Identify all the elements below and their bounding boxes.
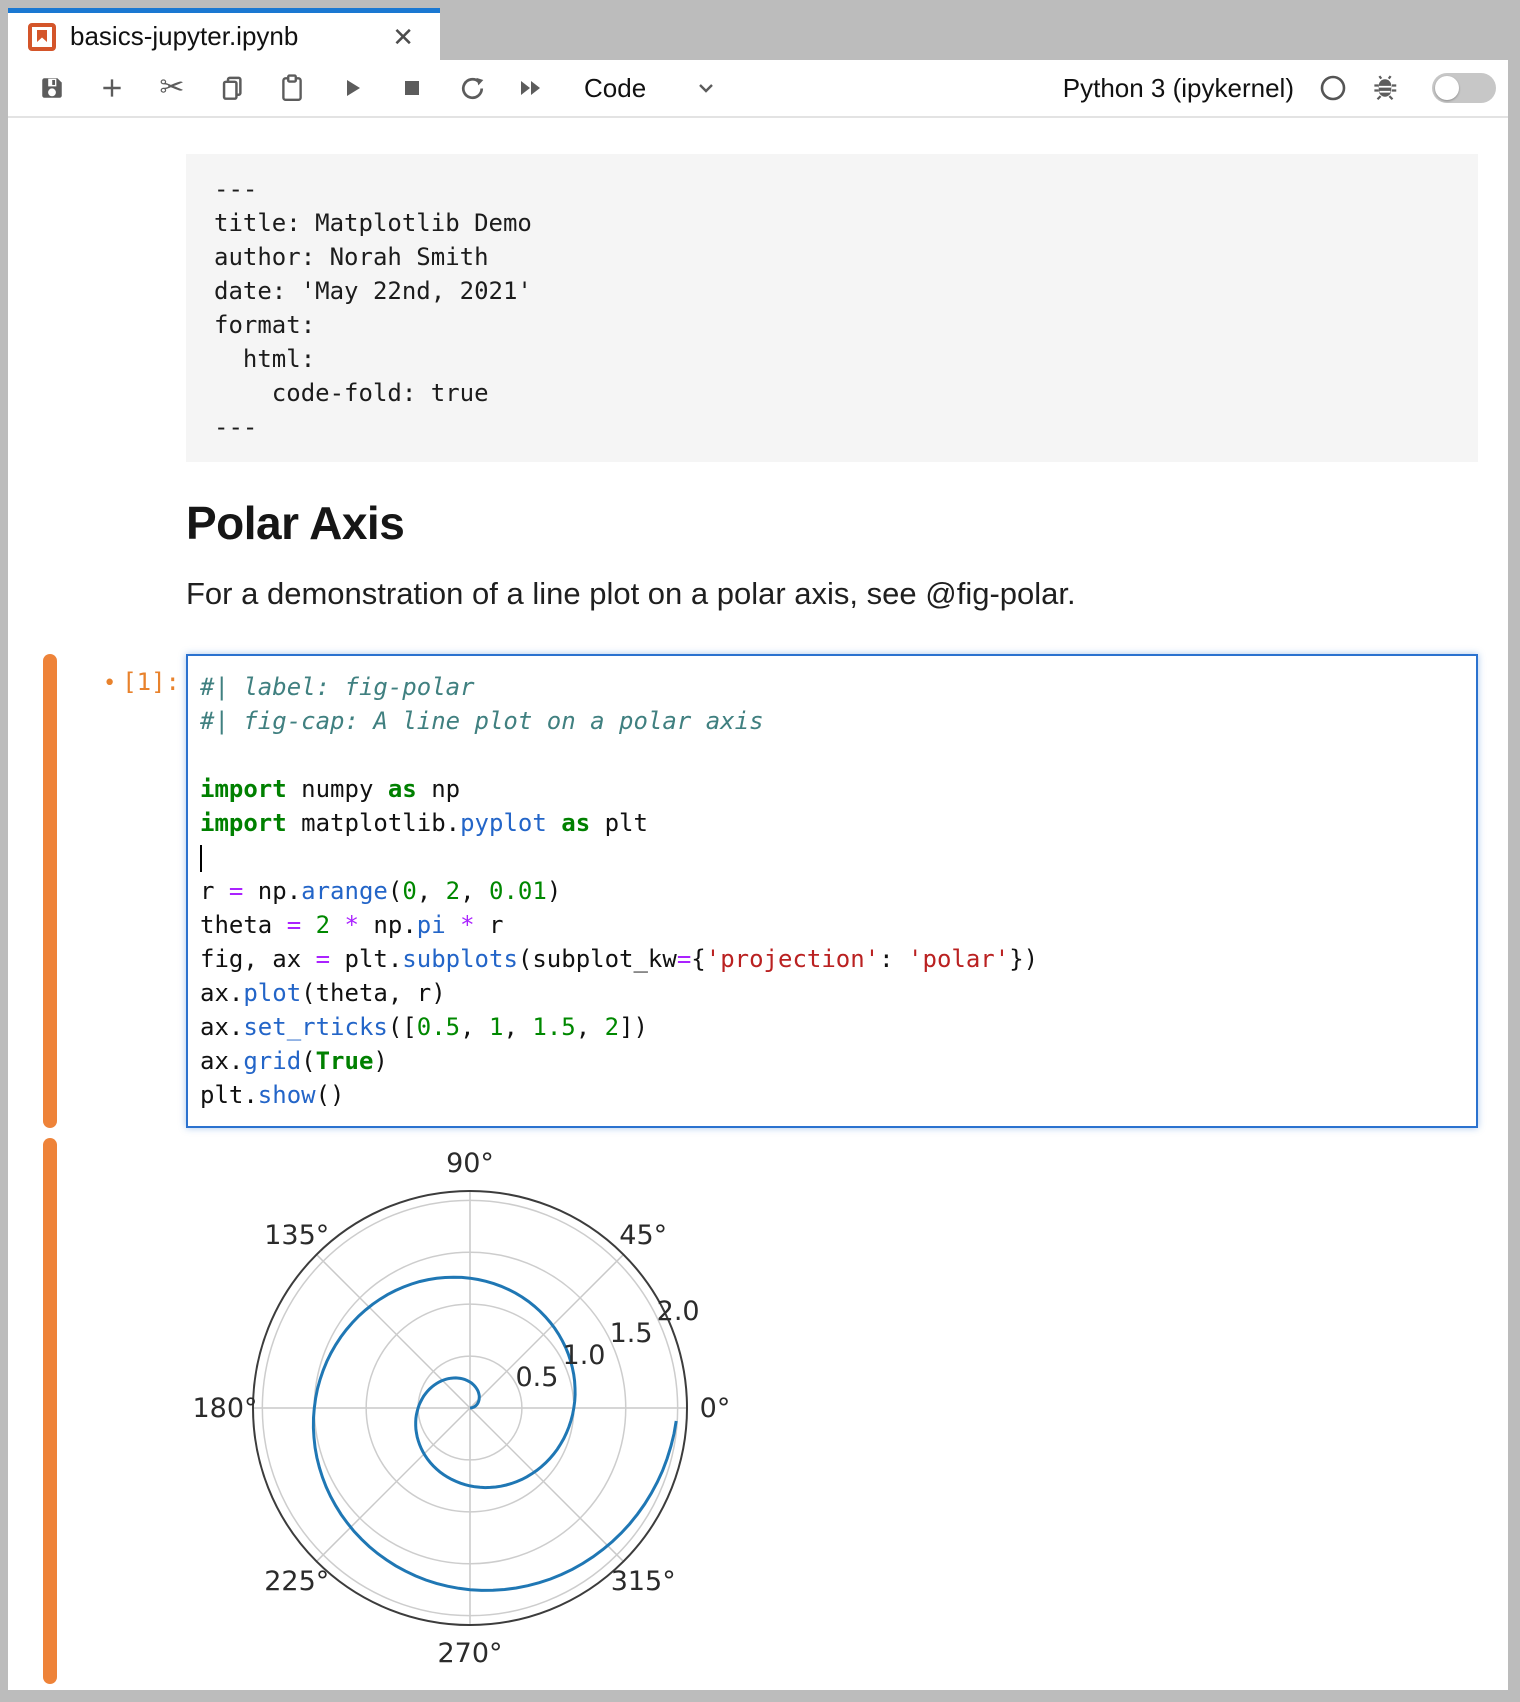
execution-prompt: •[1]:: [103, 668, 180, 696]
plus-icon: [99, 75, 125, 101]
notebook-panel: ---title: Matplotlib Demoauthor: Norah S…: [8, 118, 1508, 1690]
jupyterlab-window: basics-jupyter.ipynb ✕ ✂: [8, 8, 1508, 1690]
code-line: import numpy as np: [200, 772, 1464, 806]
scissors-icon: ✂: [159, 73, 184, 103]
toggle-knob: [1435, 76, 1459, 100]
theta-tick-label: 270°: [437, 1638, 502, 1669]
yaml-line: format:: [214, 308, 1450, 342]
code-line: [200, 738, 1464, 772]
yaml-line: code-fold: true: [214, 376, 1450, 410]
code-line: theta = 2 * np.pi * r: [200, 908, 1464, 942]
code-line: r = np.arange(0, 2, 0.01): [200, 874, 1464, 908]
yaml-line: ---: [214, 410, 1450, 444]
cell-type-dropdown-button[interactable]: [692, 73, 720, 103]
chevron-down-icon: [694, 76, 718, 100]
paste-cells-button[interactable]: [278, 73, 306, 103]
polar-plot-output: 0° 45° 90° 135° 180° 225° 270° 315° 0.51.01.52.0: [186, 1138, 756, 1684]
save-icon: [39, 75, 65, 101]
code-cell-row: •[1]: #| label: fig-polar#| fig-cap: A l…: [8, 654, 1508, 1128]
code-line: ax.plot(theta, r): [200, 976, 1464, 1010]
restart-kernel-button[interactable]: [458, 73, 486, 103]
code-line: ax.grid(True): [200, 1044, 1464, 1078]
code-line: plt.show(): [200, 1078, 1464, 1112]
copy-icon: [219, 74, 246, 102]
modified-dot: •: [103, 671, 116, 696]
code-line: ax.set_rticks([0.5, 1, 1.5, 2]): [200, 1010, 1464, 1044]
theta-tick-label: 315°: [611, 1566, 676, 1597]
copy-cells-button[interactable]: [218, 73, 246, 103]
r-tick-label: 0.5: [516, 1362, 559, 1393]
yaml-line: title: Matplotlib Demo: [214, 206, 1450, 240]
insert-cell-button[interactable]: [98, 73, 126, 103]
paragraph-gutter: [8, 574, 186, 614]
code-line: #| label: fig-polar: [200, 670, 1464, 704]
yaml-line: date: 'May 22nd, 2021': [214, 274, 1450, 308]
cell-type-select[interactable]: Code: [584, 73, 646, 104]
theta-tick-label: 225°: [264, 1566, 329, 1597]
run-cell-button[interactable]: [338, 73, 366, 103]
fast-forward-icon: [518, 76, 546, 100]
markdown-paragraph-row: For a demonstration of a line plot on a …: [8, 574, 1508, 614]
notebook-toolbar: ✂: [8, 60, 1508, 118]
tab-title: basics-jupyter.ipynb: [70, 21, 298, 52]
heading-gutter: [8, 496, 186, 550]
r-tick-label: 1.0: [563, 1340, 606, 1371]
kernel-status-icon[interactable]: [1318, 73, 1348, 103]
output-cell-row: 0° 45° 90° 135° 180° 225° 270° 315° 0.51.01.52.0: [8, 1138, 1508, 1684]
code-line: #| fig-cap: A line plot on a polar axis: [200, 704, 1464, 738]
yaml-front-matter-cell[interactable]: ---title: Matplotlib Demoauthor: Norah S…: [186, 154, 1478, 462]
simple-interface-toggle[interactable]: [1432, 73, 1496, 103]
markdown-heading-row: Polar Axis: [8, 496, 1508, 550]
clipboard-icon: [279, 74, 305, 102]
code-cell-gutter: •[1]:: [8, 654, 186, 1128]
theta-tick-label: 45°: [619, 1220, 667, 1251]
cut-cells-button[interactable]: ✂: [158, 73, 186, 103]
r-tick-label: 1.5: [610, 1318, 653, 1349]
section-heading: Polar Axis: [186, 496, 1478, 550]
save-button[interactable]: [38, 73, 66, 103]
notebook-tab[interactable]: basics-jupyter.ipynb ✕: [8, 8, 440, 60]
theta-tick-label: 135°: [264, 1220, 329, 1251]
input-collapser-bar[interactable]: [43, 654, 57, 1128]
tab-bar: basics-jupyter.ipynb ✕: [8, 8, 1508, 60]
restart-run-all-button[interactable]: [518, 73, 546, 103]
theta-tick-label: 90°: [446, 1148, 494, 1179]
yaml-line: author: Norah Smith: [214, 240, 1450, 274]
code-editor[interactable]: #| label: fig-polar#| fig-cap: A line pl…: [186, 654, 1478, 1128]
notebook-icon: [28, 23, 56, 51]
paragraph-text: For a demonstration of a line plot on a …: [186, 574, 1478, 614]
debugger-bug-icon[interactable]: [1370, 73, 1400, 103]
close-icon[interactable]: ✕: [392, 24, 414, 50]
code-line: fig, ax = plt.subplots(subplot_kw={'proj…: [200, 942, 1464, 976]
r-tick-label: 2.0: [657, 1296, 700, 1327]
output-collapser-bar[interactable]: [43, 1138, 57, 1684]
stop-icon: [400, 76, 424, 100]
yaml-line: html:: [214, 342, 1450, 376]
text-cursor: [200, 845, 202, 872]
code-line: import matplotlib.pyplot as plt: [200, 806, 1464, 840]
theta-tick-label: 0°: [700, 1393, 731, 1424]
kernel-name[interactable]: Python 3 (ipykernel): [1063, 73, 1294, 104]
yaml-cell-gutter: [8, 154, 186, 462]
output-gutter: [8, 1138, 186, 1684]
yaml-line: ---: [214, 172, 1450, 206]
restart-icon: [459, 75, 486, 102]
run-icon: [340, 75, 364, 101]
interrupt-kernel-button[interactable]: [398, 73, 426, 103]
theta-tick-label: 180°: [192, 1393, 257, 1424]
code-line: [200, 840, 1464, 874]
yaml-cell-row: ---title: Matplotlib Demoauthor: Norah S…: [8, 154, 1508, 462]
